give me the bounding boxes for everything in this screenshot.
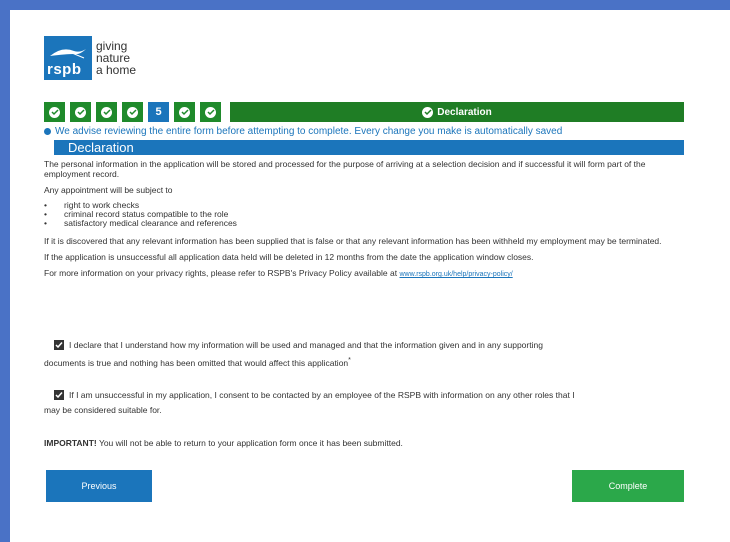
required-marker: *: [348, 356, 351, 364]
declaration-text: I declare that I understand how my infor…: [69, 340, 543, 350]
contact-consent-text-2: may be considered suitable for.: [44, 405, 162, 415]
check-icon: [205, 106, 216, 118]
tagline-line: a home: [96, 63, 137, 77]
section-title: Declaration: [54, 140, 684, 155]
list-item: • satisfactory medical clearance and refe…: [44, 219, 694, 228]
paragraph: If it is discovered that any relevant in…: [44, 236, 662, 246]
bullet: •: [44, 218, 47, 228]
step-4[interactable]: [122, 102, 143, 122]
check-icon: [127, 106, 138, 118]
list-item-text: satisfactory medical clearance and refer…: [64, 218, 237, 228]
paragraph: If the application is unsuccessful all a…: [44, 252, 534, 262]
step-3[interactable]: [96, 102, 117, 122]
contact-consent-checkbox[interactable]: [54, 390, 64, 400]
step-6[interactable]: [174, 102, 195, 122]
rspb-logo: rspb giving nature a home: [44, 36, 174, 88]
avocet-icon: [50, 49, 86, 59]
declaration-consent: I declare that I understand how my infor…: [44, 338, 694, 371]
privacy-policy-link[interactable]: www.rspb.org.uk/help/privacy-policy/: [399, 271, 512, 278]
step-declaration[interactable]: Declaration: [230, 102, 684, 122]
important-text: You will not be able to return to your a…: [96, 438, 403, 448]
check-icon: [49, 106, 60, 118]
step-1[interactable]: [44, 102, 65, 122]
check-icon: [75, 106, 86, 118]
complete-button[interactable]: Complete: [572, 470, 684, 502]
declaration-line-1: I declare that I understand how my infor…: [54, 338, 694, 353]
advice-text: We advise reviewing the entire form befo…: [55, 126, 563, 137]
paragraph: Any appointment will be subject to: [44, 185, 173, 195]
declaration-text-2: documents is true and nothing has been o…: [44, 357, 349, 368]
previous-button[interactable]: Previous: [46, 470, 152, 502]
logo-tagline: giving nature a home: [96, 40, 136, 76]
check-icon: [101, 106, 112, 118]
step-7[interactable]: [200, 102, 221, 122]
step-2[interactable]: [70, 102, 91, 122]
privacy-paragraph: For more information on your privacy rig…: [44, 268, 694, 280]
privacy-text: For more information on your privacy rig…: [44, 268, 398, 278]
step-5-current[interactable]: 5: [148, 102, 169, 122]
check-icon: [179, 106, 190, 118]
page-frame: rspb giving nature a home 5 Declaration …: [0, 0, 730, 542]
advice-message: We advise reviewing the entire form befo…: [44, 126, 562, 137]
declaration-content: The personal information in the applicat…: [44, 159, 694, 286]
contact-consent: If I am unsuccessful in my application, …: [44, 388, 694, 418]
conditions-list: • right to work checks • criminal record s…: [44, 201, 694, 228]
info-dot-icon: [44, 128, 51, 135]
paragraph: The personal information in the applicat…: [44, 159, 646, 179]
declaration-checkbox[interactable]: [54, 340, 64, 350]
important-label: IMPORTANT!: [44, 438, 97, 448]
contact-consent-text: If I am unsuccessful in my application, …: [69, 390, 575, 400]
important-notice: IMPORTANT! You will not be able to retur…: [44, 438, 403, 448]
progress-steps: 5 Declaration: [44, 102, 684, 122]
logo-text: rspb: [47, 61, 82, 78]
declaration-line-2: documents is true and nothing has been o…: [44, 353, 694, 371]
check-icon: [422, 106, 434, 118]
contact-line-1: If I am unsuccessful in my application, …: [54, 388, 694, 403]
step-declaration-label: Declaration: [437, 106, 492, 118]
logo-box: rspb: [44, 36, 92, 80]
